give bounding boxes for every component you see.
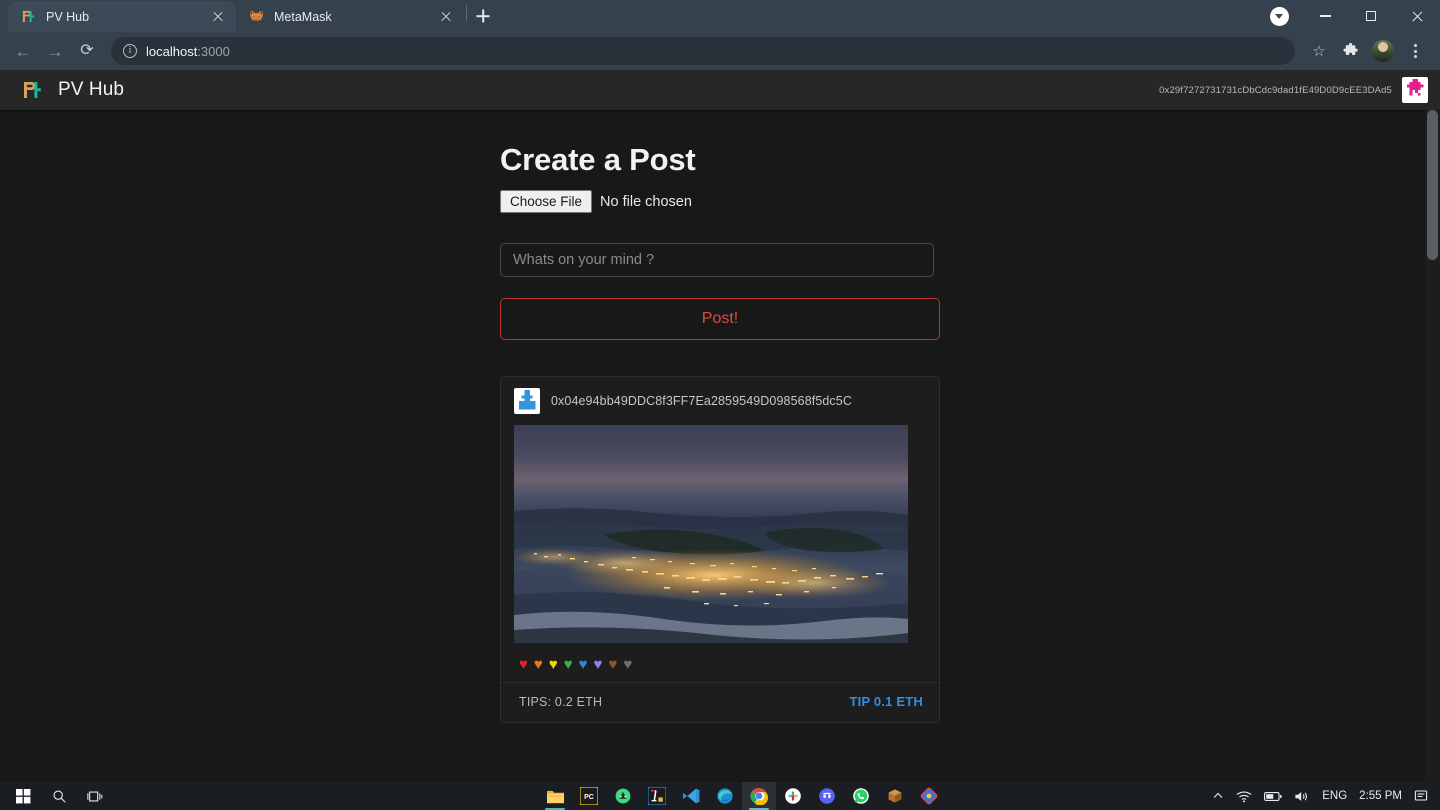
system-tray: ENG 2:55 PM xyxy=(1206,782,1440,810)
browser-menu-icon[interactable] xyxy=(1400,36,1430,66)
blue-heart-icon[interactable]: ♥ xyxy=(579,657,588,672)
yellow-heart-icon[interactable]: ♥ xyxy=(549,657,558,672)
tab-title: MetaMask xyxy=(274,10,429,24)
center-column: Create a Post Choose File No file chosen… xyxy=(500,110,940,723)
wifi-icon[interactable] xyxy=(1230,782,1258,810)
file-input-row: Choose File No file chosen xyxy=(500,190,940,213)
forward-icon[interactable]: → xyxy=(40,36,70,66)
info-icon[interactable]: i xyxy=(123,44,137,58)
post-footer: TIPS: 0.2 ETH TIP 0.1 ETH xyxy=(501,682,939,722)
taskbar-apps: PC xyxy=(538,782,946,810)
vscode-icon[interactable] xyxy=(674,782,708,810)
post-header: 0x04e94bb49DDC8f3FF7Ea2859549D098568f5dc… xyxy=(501,377,939,425)
file-status-label: No file chosen xyxy=(600,194,692,210)
windows-start-icon[interactable] xyxy=(6,782,40,810)
pycharm-icon[interactable]: PC xyxy=(572,782,606,810)
app-navbar: PV Hub 0x29f7272731731cDbCdc9dad1fE49D0D… xyxy=(0,70,1440,110)
post-image xyxy=(514,425,908,643)
diamond-app-icon[interactable] xyxy=(912,782,946,810)
red-heart-icon[interactable]: ♥ xyxy=(519,657,528,672)
post-card: 0x04e94bb49DDC8f3FF7Ea2859549D098568f5dc… xyxy=(500,376,940,723)
post-button[interactable]: Post! xyxy=(500,298,940,340)
new-tab-button[interactable] xyxy=(469,2,497,30)
tips-total-label: TIPS: 0.2 ETH xyxy=(519,695,602,709)
post-media xyxy=(501,425,939,643)
scrollbar-thumb[interactable] xyxy=(1427,110,1438,260)
maximize-icon[interactable] xyxy=(1348,0,1394,32)
author-blockie-avatar xyxy=(514,388,540,414)
google-chrome-icon[interactable] xyxy=(742,782,776,810)
intellij-idea-icon[interactable] xyxy=(640,782,674,810)
chevron-circle-icon[interactable] xyxy=(1256,0,1302,32)
windows-taskbar: PC xyxy=(0,782,1440,810)
post-author-address: 0x04e94bb49DDC8f3FF7Ea2859549D098568f5dc… xyxy=(551,394,852,408)
tab-pv-hub[interactable]: PV Hub xyxy=(8,1,236,32)
minimize-icon[interactable] xyxy=(1302,0,1348,32)
file-explorer-icon[interactable] xyxy=(538,782,572,810)
taskbar-system-buttons xyxy=(0,782,112,810)
tip-button[interactable]: TIP 0.1 ETH xyxy=(850,694,923,709)
clock[interactable]: 2:55 PM xyxy=(1353,782,1408,810)
reload-icon[interactable]: ⟳ xyxy=(72,36,102,66)
search-icon[interactable] xyxy=(42,782,76,810)
close-icon[interactable] xyxy=(438,9,454,25)
orange-heart-icon[interactable]: ♥ xyxy=(534,657,543,672)
address-bar[interactable]: i localhost:3000 xyxy=(111,37,1295,65)
black-heart-icon[interactable]: ♥ xyxy=(623,657,632,672)
choose-file-button[interactable]: Choose File xyxy=(500,190,592,213)
app-title: PV Hub xyxy=(58,79,124,101)
browser-toolbar: ← → ⟳ i localhost:3000 ☆ xyxy=(0,32,1440,70)
close-icon[interactable] xyxy=(1394,0,1440,32)
tab-strip: PV Hub MetaMask xyxy=(0,0,1440,32)
back-icon[interactable]: ← xyxy=(8,36,38,66)
brown-heart-icon[interactable]: ♥ xyxy=(608,657,617,672)
profile-avatar[interactable] xyxy=(1368,36,1398,66)
page-title: Create a Post xyxy=(500,142,940,178)
brand[interactable]: PV Hub xyxy=(22,79,124,101)
android-studio-icon[interactable] xyxy=(606,782,640,810)
pvhub-logo-icon xyxy=(20,8,37,25)
window-controls xyxy=(1256,0,1440,32)
microsoft-edge-icon[interactable] xyxy=(708,782,742,810)
whatsapp-icon[interactable] xyxy=(844,782,878,810)
language-indicator[interactable]: ENG xyxy=(1316,782,1353,810)
battery-icon[interactable] xyxy=(1258,782,1288,810)
green-heart-icon[interactable]: ♥ xyxy=(564,657,573,672)
discord-icon[interactable] xyxy=(810,782,844,810)
extensions-puzzle-icon[interactable] xyxy=(1336,36,1366,66)
package-icon[interactable] xyxy=(878,782,912,810)
purple-heart-icon[interactable]: ♥ xyxy=(594,657,603,672)
metamask-fox-icon xyxy=(248,8,265,25)
page-content: Create a Post Choose File No file chosen… xyxy=(0,110,1440,782)
reactions-row: ♥ ♥ ♥ ♥ ♥ ♥ ♥ ♥ xyxy=(501,643,939,682)
wallet-info: 0x29f7272731731cDbCdc9dad1fE49D0D9cEE3DA… xyxy=(1159,77,1428,103)
volume-icon[interactable] xyxy=(1288,782,1316,810)
task-view-icon[interactable] xyxy=(78,782,112,810)
tab-metamask[interactable]: MetaMask xyxy=(236,1,464,32)
bookmark-star-icon[interactable]: ☆ xyxy=(1304,36,1334,66)
tab-divider xyxy=(466,5,467,21)
chevron-up-icon[interactable] xyxy=(1206,782,1230,810)
caption-input[interactable] xyxy=(500,243,934,277)
svg-text:PC: PC xyxy=(584,794,594,801)
tab-title: PV Hub xyxy=(46,10,201,24)
notification-icon[interactable] xyxy=(1408,782,1434,810)
pvhub-logo-icon xyxy=(22,79,44,101)
wallet-blockie-avatar xyxy=(1402,77,1428,103)
browser-window: PV Hub MetaMask xyxy=(0,0,1440,782)
web-page: PV Hub 0x29f7272731731cDbCdc9dad1fE49D0D… xyxy=(0,70,1440,782)
wallet-address: 0x29f7272731731cDbCdc9dad1fE49D0D9cEE3DA… xyxy=(1159,85,1392,96)
page-scrollbar[interactable] xyxy=(1425,110,1440,782)
url-text: localhost:3000 xyxy=(146,44,230,59)
close-icon[interactable] xyxy=(210,9,226,25)
slack-icon[interactable] xyxy=(776,782,810,810)
